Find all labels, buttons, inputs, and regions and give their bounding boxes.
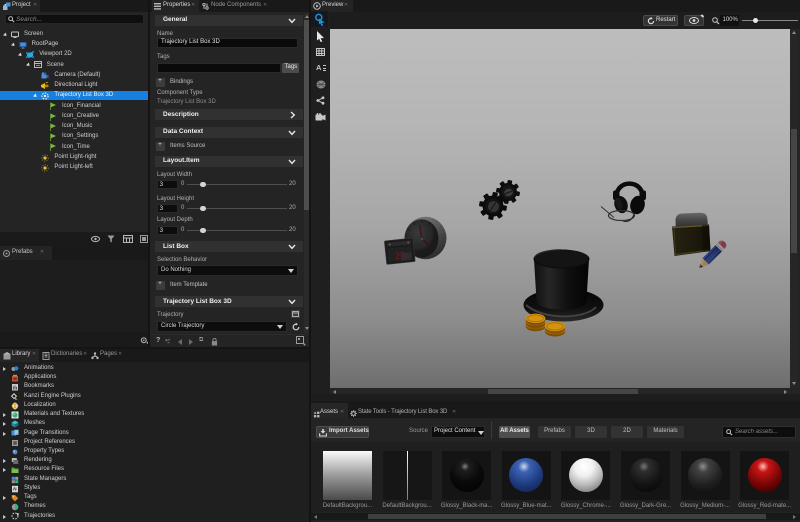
svg-text:27: 27 [394, 250, 406, 262]
